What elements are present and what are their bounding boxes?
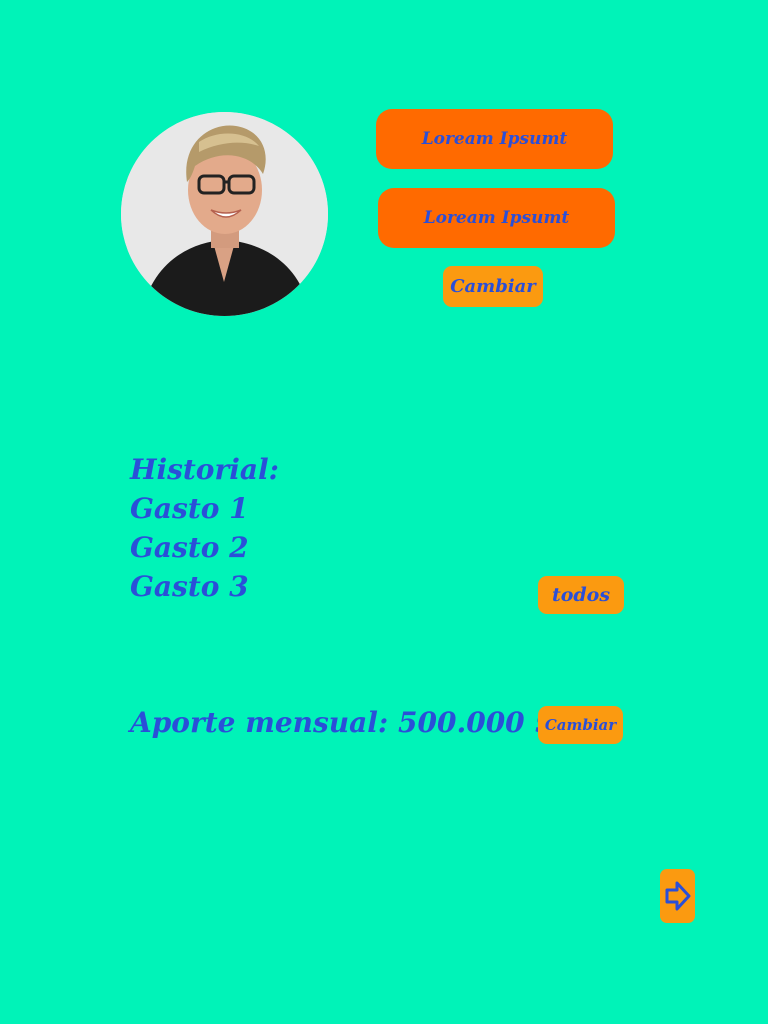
change-profile-button[interactable]: Cambiar: [443, 266, 543, 307]
profile-button-1[interactable]: Loream Ipsumt: [376, 109, 613, 169]
change-contribution-button[interactable]: Cambiar: [538, 706, 623, 744]
arrow-right-icon: [665, 881, 690, 911]
history-item: Gasto 2: [130, 531, 249, 564]
history-item: Gasto 3: [130, 570, 249, 603]
profile-photo: [121, 112, 328, 316]
monthly-contribution-text: Aporte mensual: 500.000 $: [130, 706, 554, 739]
history-title: Historial:: [130, 453, 279, 486]
next-button[interactable]: [660, 869, 695, 923]
profile-avatar: [121, 112, 328, 316]
view-all-history-button[interactable]: todos: [538, 576, 624, 614]
history-item: Gasto 1: [130, 492, 249, 525]
history-list: Gasto 1 Gasto 2 Gasto 3: [130, 489, 249, 606]
profile-button-2[interactable]: Loream Ipsumt: [378, 188, 615, 248]
